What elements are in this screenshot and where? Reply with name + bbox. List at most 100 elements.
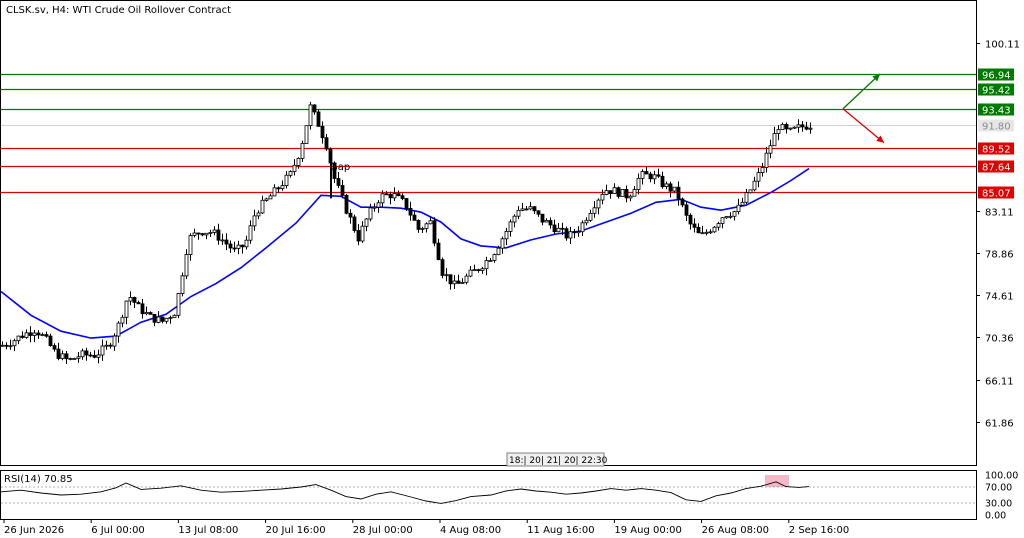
candle-body-19 [76, 356, 81, 359]
candle-body-193 [772, 133, 777, 147]
candle-body-26 [104, 344, 109, 347]
candle-body-182 [728, 215, 733, 218]
candle-body-160 [640, 171, 645, 179]
candle-body-13 [52, 345, 57, 350]
candle-body-134 [536, 210, 541, 215]
candle-body-72 [288, 171, 293, 176]
candle-body-39 [156, 316, 161, 323]
level-tag-label-0: 96.94 [982, 71, 1011, 82]
candle-body-5 [20, 335, 25, 338]
candle-body-148 [592, 207, 597, 214]
candle-body-112 [448, 274, 453, 285]
candle-body-60 [240, 244, 245, 248]
chart-canvas[interactable]: 100.11 83.11 78.86 74.61 70.36 66.11 61.86 96.… [0, 0, 1024, 538]
candle-body-95 [380, 193, 385, 204]
time-tick-label-4: 28 Jul 00:00 [353, 525, 413, 536]
rsi-tick-label-1: 70.00 [985, 483, 1012, 494]
candle-body-89 [356, 230, 361, 242]
candle-body-177 [708, 231, 713, 234]
candle-body-195 [780, 124, 785, 130]
candle-body-11 [44, 334, 49, 337]
rsi-tick-label-3: 0.00 [985, 511, 1006, 522]
candle-body-68 [272, 187, 277, 197]
candle-body-8 [32, 332, 37, 336]
time-tick-label-0: 26 Jun 2026 [4, 525, 64, 536]
candle-body-184 [736, 204, 741, 212]
level-tag-label-2: 93.43 [982, 106, 1011, 117]
candle-body-124 [496, 247, 501, 255]
candle-body-74 [296, 157, 301, 166]
candle-body-17 [68, 358, 73, 360]
candle-body-24 [96, 354, 101, 358]
candle-body-145 [580, 222, 585, 233]
candle-body-55 [220, 239, 225, 242]
candle-body-38 [152, 313, 157, 323]
candle-body-75 [300, 142, 305, 159]
candle-body-144 [576, 231, 581, 234]
candle-body-51 [204, 232, 209, 236]
candle-body-29 [116, 322, 121, 337]
candle-body-22 [88, 354, 93, 357]
candle-body-37 [148, 312, 153, 315]
candle-body-196 [784, 124, 789, 130]
candle-body-106 [424, 223, 429, 229]
candle-body-183 [732, 211, 737, 217]
candle-body-103 [412, 214, 417, 221]
price-tick-label-2: 78.86 [985, 250, 1014, 261]
candle-body-32 [128, 296, 133, 302]
candle-body-4 [16, 335, 21, 342]
candle-body-161 [644, 171, 649, 175]
candle-body-141 [564, 228, 569, 239]
candle-body-65 [260, 199, 265, 214]
candle-body-76 [304, 125, 309, 144]
candle-body-105 [420, 227, 425, 230]
candle-body-88 [352, 216, 357, 231]
candle-body-190 [760, 167, 765, 173]
candle-body-35 [140, 303, 145, 315]
candle-body-16 [64, 353, 69, 360]
candle-body-102 [408, 207, 413, 216]
candle-body-121 [484, 260, 489, 270]
candle-body-170 [680, 198, 685, 206]
candle-body-166 [664, 183, 669, 187]
candle-body-118 [472, 269, 477, 272]
candle-body-50 [200, 233, 205, 236]
rsi-tick-label-2: 30.00 [985, 499, 1012, 510]
candle-body-130 [520, 208, 525, 211]
candle-body-191 [764, 152, 769, 168]
candle-body-30 [120, 316, 125, 324]
candle-body-18 [72, 357, 77, 360]
candle-body-178 [712, 226, 717, 233]
candle-body-128 [512, 215, 517, 223]
candle-body-92 [368, 207, 373, 220]
candle-body-48 [192, 232, 197, 236]
candle-body-57 [228, 243, 233, 249]
candle-body-152 [608, 190, 613, 195]
gap-label: Gap [330, 162, 350, 173]
candle-body-115 [460, 281, 465, 284]
candle-body-104 [416, 219, 421, 230]
candle-body-46 [184, 254, 189, 277]
rsi-overbought-highlight [765, 475, 789, 487]
candle-body-154 [616, 187, 621, 197]
candle-body-67 [268, 195, 273, 200]
candle-body-23 [92, 354, 97, 358]
candle-body-139 [556, 227, 561, 233]
candle-body-15 [60, 353, 65, 359]
candle-body-187 [748, 189, 753, 194]
candle-body-33 [132, 296, 137, 303]
candle-body-149 [596, 199, 601, 209]
level-tag-label-3: 91.80 [982, 122, 1011, 133]
candle-body-125 [500, 238, 505, 249]
candle-body-14 [56, 348, 61, 359]
candle-body-110 [440, 259, 445, 276]
candle-body-127 [508, 221, 513, 232]
candle-body-192 [768, 145, 773, 154]
candle-body-27 [108, 344, 113, 347]
time-tick-label-7: 19 Aug 00:00 [614, 525, 681, 536]
candle-body-52 [208, 231, 213, 234]
candle-body-164 [656, 174, 661, 177]
candle-body-44 [176, 293, 181, 316]
candle-body-78 [312, 104, 317, 113]
candle-body-97 [388, 193, 393, 199]
